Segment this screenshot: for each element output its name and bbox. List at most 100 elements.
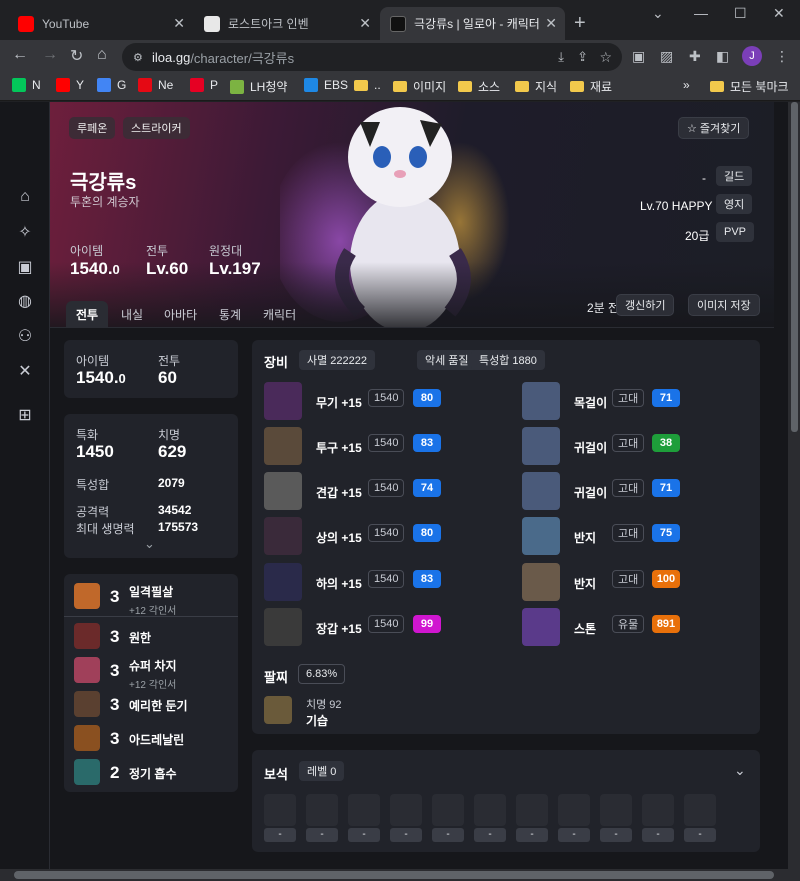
bookmark-item[interactable]: Y: [56, 78, 84, 92]
gem-slot[interactable]: [642, 794, 674, 826]
bookmarks-overflow[interactable]: »: [683, 78, 690, 92]
widgets-icon[interactable]: ⊞: [15, 405, 35, 425]
expand-chevron-icon[interactable]: ⌄: [144, 536, 155, 552]
equipment-item[interactable]: 무기 +15 1540 80: [264, 382, 504, 422]
maximize-icon[interactable]: ☐: [734, 5, 747, 22]
engraving-row[interactable]: 3 원한: [64, 620, 238, 652]
gem-slot[interactable]: [600, 794, 632, 826]
quality-badge: 74: [413, 479, 441, 497]
engraving-row[interactable]: 3 일격필살 +12 각인서: [64, 580, 238, 617]
equipment-item[interactable]: 투구 +15 1540 83: [264, 427, 504, 467]
accessory-item[interactable]: 반지 고대 75: [522, 517, 742, 557]
tab-page-1[interactable]: 내실: [111, 301, 153, 327]
address-bar[interactable]: ⚙ iloa.gg/character/극강류s ⤓ ⇪ ☆: [122, 43, 622, 71]
gem-slot[interactable]: [348, 794, 380, 826]
tab-page-4[interactable]: 캐릭터: [253, 301, 306, 327]
quality-badge: 80: [413, 524, 441, 542]
engraving-row[interactable]: 3 슈퍼 차지 +12 각인서: [64, 654, 238, 691]
engraving-row[interactable]: 2 정기 흡수: [64, 756, 238, 788]
tab-search-icon[interactable]: ⌄: [652, 5, 664, 22]
site-info-icon[interactable]: ⚙: [133, 51, 143, 64]
class-tag: 스트라이커: [123, 117, 190, 139]
install-icon[interactable]: ⤓: [558, 49, 564, 65]
accessory-item[interactable]: 목걸이 고대 71: [522, 382, 742, 422]
reload-icon[interactable]: ↻: [70, 46, 83, 66]
horizontal-scroll-thumb[interactable]: [14, 871, 774, 879]
accessory-item[interactable]: 귀걸이 고대 38: [522, 427, 742, 467]
bookmark-item[interactable]: LH청약: [230, 78, 287, 95]
extensions-icon[interactable]: ✚: [689, 48, 701, 65]
bookmark-item[interactable]: G: [97, 78, 126, 92]
minimize-icon[interactable]: —: [694, 5, 708, 21]
users-icon[interactable]: ⚇: [15, 326, 35, 346]
gem-slot[interactable]: [306, 794, 338, 826]
profile-avatar[interactable]: J: [742, 46, 762, 66]
character-title: 투혼의 계승자: [70, 195, 140, 209]
share-icon[interactable]: ⇪: [577, 49, 588, 65]
gem-slot[interactable]: [516, 794, 548, 826]
bracelet-icon[interactable]: [264, 696, 292, 724]
pvp-value: 20급: [685, 229, 710, 243]
vertical-scroll-thumb[interactable]: [791, 102, 798, 432]
tab-iloa[interactable]: 극강류s | 일로아 - 캐릭터 ✕: [380, 7, 565, 40]
stats-icon[interactable]: ✧: [15, 222, 35, 242]
menu-icon[interactable]: ⋮: [775, 48, 789, 65]
gem-slot[interactable]: [432, 794, 464, 826]
bookmark-item[interactable]: 재료: [570, 78, 612, 95]
equipment-item[interactable]: 상의 +15 1540 80: [264, 517, 504, 557]
accessory-name: 반지: [574, 577, 597, 591]
image-icon[interactable]: ▨: [660, 48, 673, 65]
home-icon[interactable]: ⌂: [15, 188, 35, 208]
equipment-item[interactable]: 하의 +15 1540 83: [264, 563, 504, 603]
equipment-name: 상의 +15: [316, 531, 362, 545]
bookmark-item[interactable]: 이미지: [393, 78, 446, 95]
picture-in-picture-icon[interactable]: ▣: [632, 48, 645, 65]
engraving-row[interactable]: 3 예리한 둔기: [64, 688, 238, 720]
window-close-icon[interactable]: ✕: [773, 5, 785, 22]
gem-slot[interactable]: [684, 794, 716, 826]
gems-level-badge: 레벨 0: [299, 761, 345, 781]
equipment-item[interactable]: 장갑 +15 1540 99: [264, 608, 504, 648]
global-search-icon[interactable]: ◍: [15, 291, 35, 311]
bookmark-item[interactable]: 소스: [458, 78, 500, 95]
bookmark-item[interactable]: 지식: [515, 78, 557, 95]
close-icon[interactable]: ✕: [359, 15, 371, 32]
tab-page-0[interactable]: 전투: [66, 301, 109, 327]
accessory-item[interactable]: 스톤 유물 891: [522, 608, 742, 648]
bookmark-item[interactable]: Ne: [138, 78, 173, 92]
attack-value: 34542: [158, 503, 192, 517]
crit-value: 629: [158, 442, 187, 461]
refresh-button[interactable]: 갱신하기: [616, 294, 675, 316]
tab-youtube[interactable]: YouTube ✕: [8, 7, 193, 40]
tab-page-3[interactable]: 통계: [209, 301, 251, 327]
back-icon[interactable]: ←: [12, 46, 28, 64]
forward-icon[interactable]: →: [42, 46, 58, 64]
close-icon[interactable]: ✕: [545, 15, 557, 32]
save-image-button[interactable]: 이미지 저장: [688, 294, 760, 316]
search-doc-icon[interactable]: ▣: [15, 257, 35, 277]
bookmark-item[interactable]: P: [190, 78, 218, 92]
home-icon[interactable]: ⌂: [97, 46, 107, 64]
bookmark-item[interactable]: EBS: [304, 78, 348, 92]
accessory-item[interactable]: 귀걸이 고대 71: [522, 472, 742, 512]
total-stat-value: 2079: [158, 476, 185, 490]
accessory-item[interactable]: 반지 고대 100: [522, 563, 742, 603]
gem-slot[interactable]: [390, 794, 422, 826]
engraving-row[interactable]: 3 아드레날린: [64, 722, 238, 754]
equipment-item[interactable]: 견갑 +15 1540 74: [264, 472, 504, 512]
side-panel-icon[interactable]: ◧: [716, 48, 729, 65]
bookmark-item[interactable]: ..: [354, 78, 381, 92]
new-tab-icon[interactable]: +: [574, 12, 586, 35]
all-bookmarks[interactable]: 모든 북마크: [710, 78, 789, 95]
gem-slot[interactable]: [474, 794, 506, 826]
close-icon[interactable]: ✕: [173, 15, 185, 32]
favorite-button[interactable]: ☆ 즐겨찾기: [678, 117, 750, 139]
chevron-down-icon[interactable]: ⌄: [734, 762, 746, 779]
bookmark-item[interactable]: N: [12, 78, 41, 92]
gem-slot[interactable]: [558, 794, 590, 826]
tab-page-2[interactable]: 아바타: [154, 301, 207, 327]
tools-icon[interactable]: ✕: [15, 361, 35, 381]
bookmark-star-icon[interactable]: ☆: [599, 49, 612, 66]
gem-slot[interactable]: [264, 794, 296, 826]
tab-inven[interactable]: 로스트아크 인벤 ✕: [194, 7, 379, 40]
